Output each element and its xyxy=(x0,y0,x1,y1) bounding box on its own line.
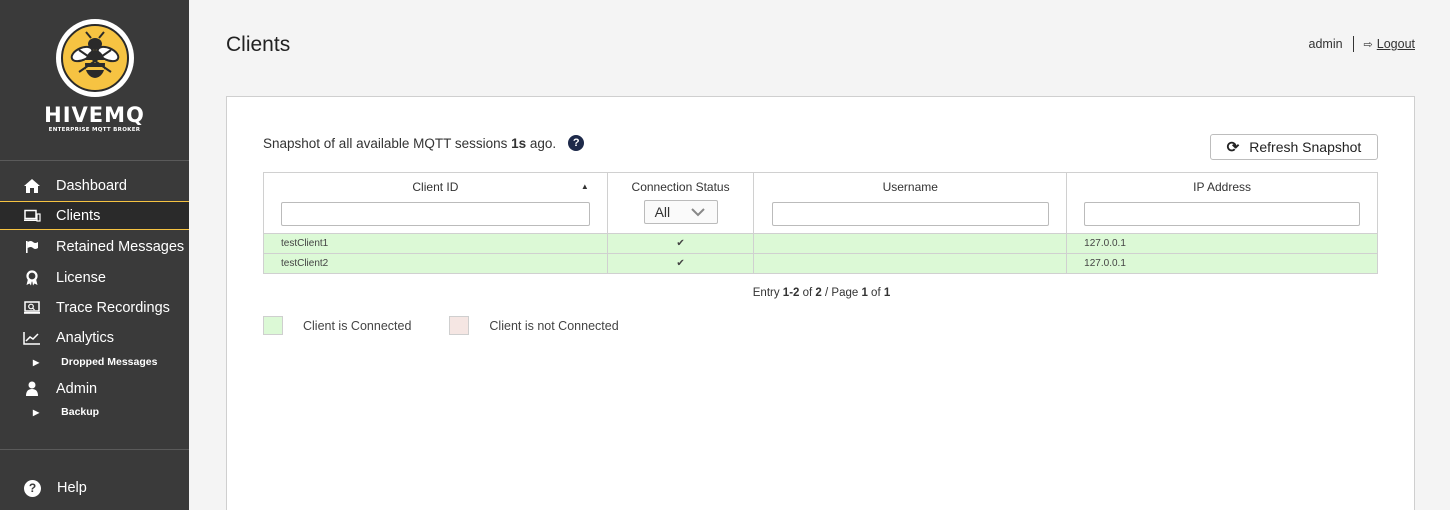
line-chart-icon xyxy=(22,328,42,348)
clients-table: Client ID ▲ Connection Status All Userna… xyxy=(263,172,1378,274)
logout-icon: ⇨ xyxy=(1363,38,1373,51)
record-icon xyxy=(22,298,42,318)
pagination-range: 1-2 xyxy=(782,287,800,299)
caret-right-icon: ▶ xyxy=(33,407,40,417)
brand-name: HIVEMQ xyxy=(44,103,145,127)
sidebar-item-label: Help xyxy=(57,480,87,496)
legend-not-connected-label: Client is not Connected xyxy=(489,318,619,333)
table-row[interactable]: testClient1 ✔ 127.0.0.1 xyxy=(263,233,1378,254)
table-row[interactable]: testClient2 ✔ 127.0.0.1 xyxy=(263,253,1378,274)
connected-check-icon: ✔ xyxy=(606,233,755,254)
column-label: Username xyxy=(882,180,938,194)
snapshot-info: Snapshot of all available MQTT sessions … xyxy=(263,135,585,151)
ip-cell: 127.0.0.1 xyxy=(1066,233,1378,254)
divider xyxy=(1352,36,1354,52)
not-connected-swatch xyxy=(449,316,470,335)
snapshot-age: 1s xyxy=(511,135,527,151)
snapshot-prefix: Snapshot of all available MQTT sessions xyxy=(263,135,512,151)
award-icon xyxy=(22,268,42,288)
sidebar-item-label: Analytics xyxy=(56,329,115,346)
sidebar-subitem-dropped-messages[interactable]: ▶ Dropped Messages xyxy=(0,353,189,371)
sidebar-subitem-label: Dropped Messages xyxy=(61,356,158,368)
legend-connected-label: Client is Connected xyxy=(303,318,412,333)
pagination-text: of xyxy=(799,287,816,299)
sidebar-item-label: License xyxy=(56,269,106,286)
pagination-info: Entry 1-2 of 2 / Page 1 of 1 xyxy=(227,287,1416,299)
laptop-icon xyxy=(22,206,42,226)
logo-area: HIVEMQ ENTERPRISE MQTT BROKER xyxy=(0,0,189,161)
username-label: admin xyxy=(1308,37,1343,51)
help-icon: ? xyxy=(24,479,41,497)
column-header-client-id[interactable]: Client ID ▲ xyxy=(263,172,608,234)
sidebar-item-trace-recordings[interactable]: Trace Recordings xyxy=(0,293,189,322)
hivemq-logo[interactable] xyxy=(56,19,134,97)
sidebar-item-license[interactable]: License xyxy=(0,263,189,292)
client-id-cell: testClient1 xyxy=(263,233,608,254)
pagination-pages: 1 xyxy=(883,287,891,299)
sort-ascending-icon[interactable]: ▲ xyxy=(581,182,589,191)
connected-swatch xyxy=(263,316,283,335)
sidebar-item-label: Clients xyxy=(56,207,101,224)
sidebar-item-retained-messages[interactable]: Retained Messages xyxy=(0,232,189,261)
flag-icon xyxy=(22,237,42,257)
username-cell xyxy=(753,253,1068,274)
pagination-text: of xyxy=(867,287,884,299)
sidebar-item-label: Trace Recordings xyxy=(56,299,170,316)
pagination-text: Entry xyxy=(752,287,783,299)
status-filter-value: All xyxy=(654,204,671,220)
bee-icon xyxy=(61,24,129,92)
column-label: Client ID xyxy=(412,180,459,194)
pagination-text: / Page xyxy=(821,287,862,299)
legend: Client is Connected Client is not Connec… xyxy=(263,316,619,335)
refresh-snapshot-button[interactable]: ⟳ Refresh Snapshot xyxy=(1210,134,1378,160)
sidebar-subitem-backup[interactable]: ▶ Backup xyxy=(0,403,189,421)
chevron-down-icon xyxy=(690,204,705,220)
sidebar-subitem-label: Backup xyxy=(61,406,100,418)
refresh-icon: ⟳ xyxy=(1226,139,1240,156)
home-icon xyxy=(22,176,42,196)
column-header-username[interactable]: Username xyxy=(753,172,1068,234)
sidebar-item-label: Dashboard xyxy=(56,177,127,194)
sidebar-item-admin[interactable]: Admin xyxy=(0,374,189,403)
connected-check-icon: ✔ xyxy=(606,253,755,274)
client-id-filter-input[interactable] xyxy=(280,202,590,226)
column-header-ip-address[interactable]: IP Address xyxy=(1066,172,1378,234)
sidebar-item-label: Retained Messages xyxy=(56,238,185,255)
client-id-cell: testClient2 xyxy=(263,253,608,274)
username-cell xyxy=(753,233,1068,254)
ip-cell: 127.0.0.1 xyxy=(1066,253,1378,274)
column-label: IP Address xyxy=(1193,180,1251,194)
sidebar-item-analytics[interactable]: Analytics xyxy=(0,323,189,352)
username-filter-input[interactable] xyxy=(771,202,1049,226)
clients-panel: Snapshot of all available MQTT sessions … xyxy=(226,96,1415,510)
sidebar-item-label: Admin xyxy=(56,380,98,397)
page-title: Clients xyxy=(226,33,291,56)
logout-link[interactable]: Logout xyxy=(1377,37,1415,51)
clients-table-wrap: Client ID ▲ Connection Status All Userna… xyxy=(263,172,1378,274)
ip-filter-input[interactable] xyxy=(1084,202,1361,226)
brand-subtitle: ENTERPRISE MQTT BROKER xyxy=(48,127,141,133)
sidebar-item-clients[interactable]: Clients xyxy=(0,201,189,230)
column-header-connection-status[interactable]: Connection Status All xyxy=(606,172,755,234)
sidebar: HIVEMQ ENTERPRISE MQTT BROKER Dashboard … xyxy=(0,0,189,510)
user-icon xyxy=(22,379,42,399)
caret-right-icon: ▶ xyxy=(33,357,40,367)
sidebar-divider xyxy=(0,449,189,450)
sidebar-item-dashboard[interactable]: Dashboard xyxy=(0,171,189,200)
sidebar-item-help[interactable]: ? Help xyxy=(0,474,189,502)
help-icon[interactable]: ? xyxy=(568,135,585,151)
refresh-button-label: Refresh Snapshot xyxy=(1249,139,1362,155)
snapshot-suffix: ago. xyxy=(526,135,557,151)
column-label: Connection Status xyxy=(631,180,730,194)
status-filter-select[interactable]: All xyxy=(643,200,718,224)
user-area: admin ⇨ Logout xyxy=(1308,36,1415,52)
